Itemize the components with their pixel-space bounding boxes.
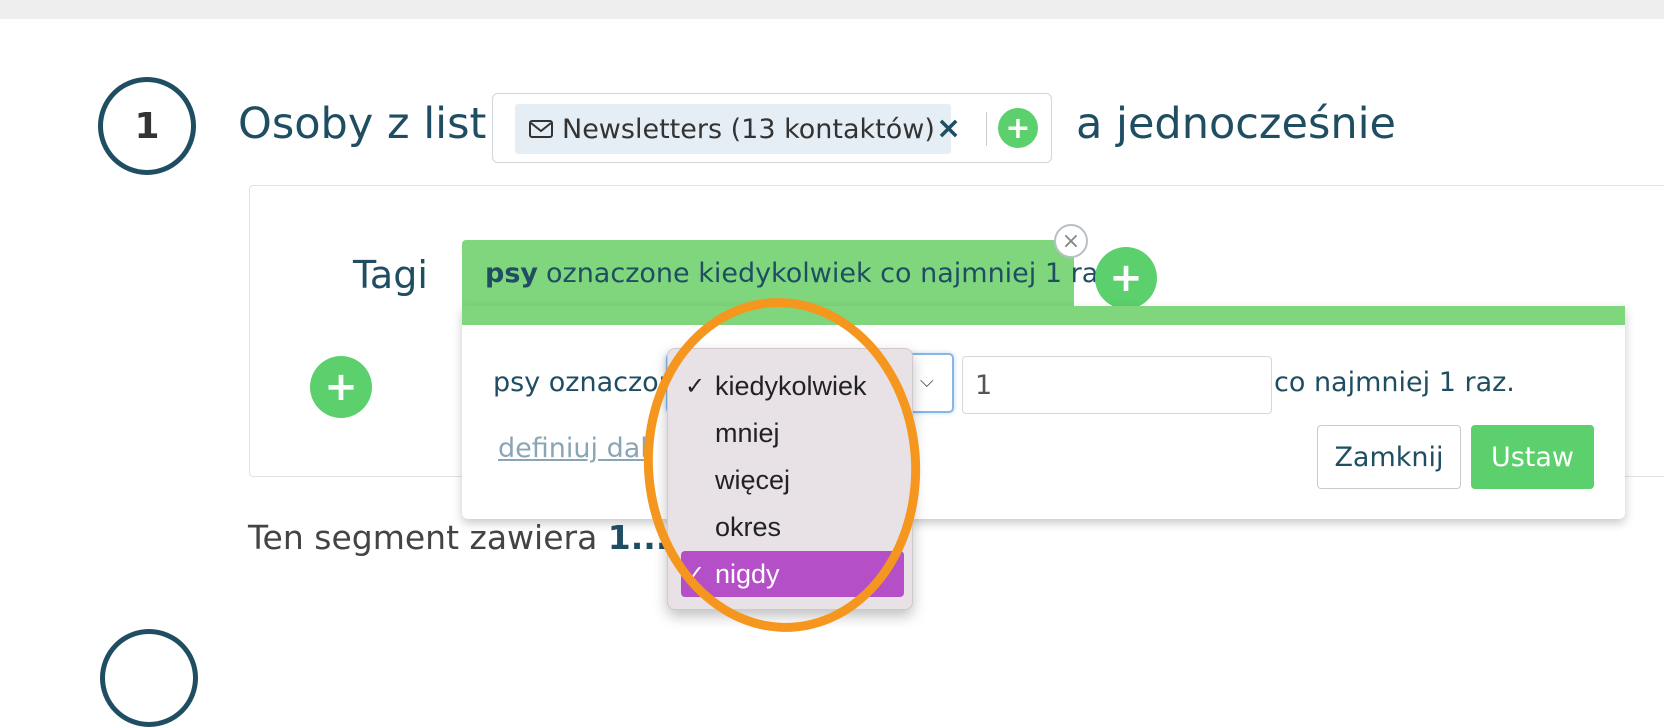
add-condition-button[interactable]: + [310, 356, 372, 418]
option-wiecej[interactable]: więcej [681, 457, 904, 503]
option-mniej[interactable]: mniej [681, 410, 904, 456]
list-chip-label: Newsletters (13 kontaktów) [562, 113, 935, 145]
step-number-1: 1 [98, 77, 196, 175]
step-number-text: 1 [134, 105, 160, 147]
step-heading: Osoby z list [238, 99, 487, 149]
tag-condition-text: oznaczone kiedykolwiek co najmniej 1 raz [546, 257, 1113, 289]
add-list-button[interactable]: + [998, 108, 1038, 148]
segment-prefix: Ten segment zawiera [248, 518, 608, 557]
quantity-input[interactable] [962, 356, 1272, 414]
option-label: mniej [715, 417, 780, 448]
option-label: nigdy [715, 558, 780, 589]
tag-name: psy [485, 257, 538, 289]
step-number-2 [100, 629, 198, 727]
segment-count: 1... [607, 518, 669, 557]
option-okres[interactable]: okres [681, 504, 904, 550]
define-more-link[interactable]: definiuj dal [498, 433, 648, 464]
tag-condition-tab[interactable]: psy oznaczone kiedykolwiek co najmniej 1… [462, 240, 1112, 306]
frequency-dropdown: ✓ kiedykolwiek mniej więcej okres ✓ nigd… [667, 348, 913, 610]
set-button[interactable]: Ustaw [1471, 425, 1594, 489]
tags-label: Tagi [353, 253, 428, 297]
add-tag-button[interactable]: + [1095, 247, 1157, 309]
option-label: okres [715, 511, 782, 542]
check-icon: ✓ [685, 372, 706, 400]
remove-list-icon[interactable]: × [936, 112, 961, 146]
list-selector[interactable]: Newsletters (13 kontaktów) × + [492, 93, 1052, 163]
option-label: kiedykolwiek [715, 370, 867, 401]
option-kiedykolwiek[interactable]: ✓ kiedykolwiek [681, 363, 904, 409]
close-button[interactable]: Zamknij [1317, 425, 1461, 489]
option-nigdy[interactable]: ✓ nigdy [681, 551, 904, 597]
envelope-icon [529, 120, 553, 138]
check-icon: ✓ [685, 560, 706, 588]
connector-text: a jednocześnie [1076, 99, 1397, 149]
condition-suffix: co najmniej 1 raz. [1274, 367, 1515, 398]
chevron-down-icon[interactable]: ⌵ [920, 371, 934, 392]
condition-label: psy oznaczon [493, 367, 676, 398]
divider [986, 112, 987, 146]
close-tag-icon[interactable]: × [1054, 224, 1088, 258]
list-chip: Newsletters (13 kontaktów) × [515, 104, 961, 154]
option-label: więcej [715, 464, 791, 495]
segment-summary: Ten segment zawiera 1... [248, 518, 668, 557]
top-bar [0, 0, 1664, 19]
